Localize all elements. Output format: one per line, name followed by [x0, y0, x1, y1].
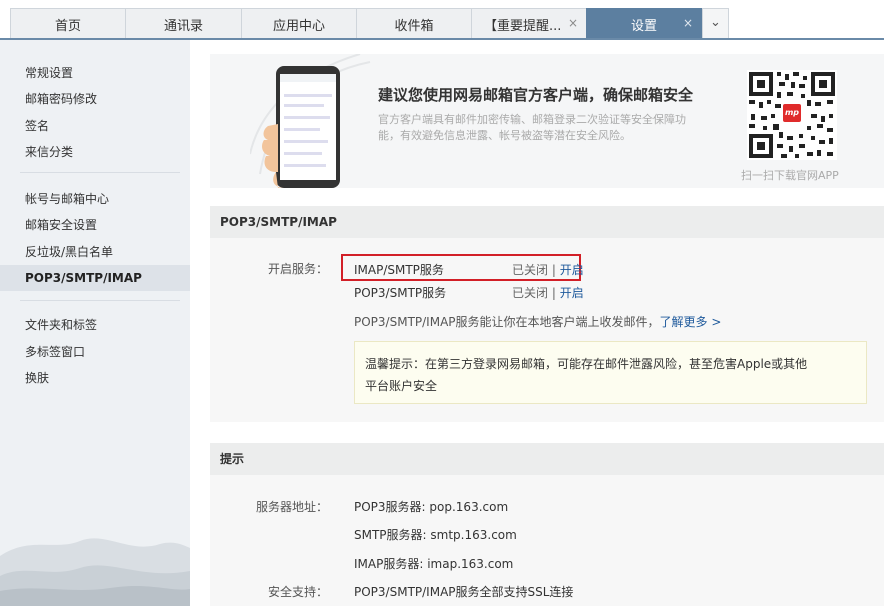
tab-home[interactable]: 首页 — [10, 8, 126, 39]
sidebar-item-password[interactable]: 邮箱密码修改 — [0, 86, 190, 112]
sidebar-item-multi-tab[interactable]: 多标签窗口 — [0, 339, 190, 365]
learn-more-link[interactable]: 了解更多 > — [660, 315, 722, 329]
tab-label: 【重要提醒... — [484, 18, 562, 34]
qr-brand-logo: mp — [784, 108, 800, 117]
ssl-support-text: POP3/SMTP/IMAP服务全部支持SSL连接 — [354, 585, 574, 599]
separator: | — [551, 263, 556, 277]
sidebar-item-signature[interactable]: 签名 — [0, 113, 190, 139]
separator: | — [551, 286, 556, 300]
tips-section: 提示 服务器地址： POP3服务器: pop.163.com SMTP服务器: … — [210, 443, 884, 606]
open-service-label: 开启服务： — [267, 262, 328, 276]
imap-server: IMAP服务器: imap.163.com — [354, 557, 514, 571]
server-address-label: 服务器地址： — [255, 500, 328, 514]
notice-line: 平台账户安全 — [365, 379, 438, 393]
enable-imap-smtp-link[interactable]: 开启 — [560, 263, 584, 277]
tab-contacts[interactable]: 通讯录 — [125, 8, 242, 39]
service-info-text: POP3/SMTP/IMAP服务能让你在本地客户端上收发邮件， — [354, 315, 660, 329]
sidebar-item-mail-filter[interactable]: 来信分类 — [0, 139, 190, 165]
chevron-down-icon: ⌄ — [710, 14, 721, 30]
tab-bar: 首页 通讯录 应用中心 收件箱 【重要提醒... × 设置 × ⌄ — [0, 0, 884, 40]
sidebar-item-pop3-smtp-imap[interactable]: POP3/SMTP/IMAP — [0, 265, 190, 291]
settings-main: 建议您使用网易邮箱官方客户端，确保邮箱安全 官方客户端具有邮件加密传输、邮箱登录… — [190, 40, 884, 606]
status-text: 已关闭 — [512, 263, 549, 277]
section-title: POP3/SMTP/IMAP — [210, 206, 884, 238]
pop3-smtp-status: 已关闭 | 开启 — [512, 284, 584, 301]
imap-smtp-service-name: IMAP/SMTP服务 — [354, 263, 444, 277]
section-title: 提示 — [210, 443, 884, 475]
phone-hand-illustration — [250, 54, 371, 188]
sidebar-divider — [20, 172, 180, 173]
settings-sidebar: 常规设置 邮箱密码修改 签名 来信分类 帐号与邮箱中心 邮箱安全设置 反垃圾/黑… — [0, 40, 190, 606]
notice-line: 温馨提示：在第三方登录网易邮箱，可能存在邮件泄露风险，甚至危害Apple或其他 — [365, 357, 808, 371]
pop3-smtp-service-name: POP3/SMTP服务 — [354, 286, 447, 300]
qr-caption: 扫一扫下载官网APP — [741, 169, 839, 182]
close-icon[interactable]: × — [683, 16, 693, 30]
imap-smtp-status: 已关闭 | 开启 — [512, 261, 584, 278]
sidebar-item-general[interactable]: 常规设置 — [0, 60, 190, 86]
pop3-server: POP3服务器: pop.163.com — [354, 500, 509, 514]
tab-label: 首页 — [54, 18, 81, 34]
sidebar-divider — [20, 300, 180, 301]
close-icon[interactable]: × — [568, 16, 578, 30]
tab-important-notice[interactable]: 【重要提醒... × — [471, 8, 587, 39]
mountain-decoration — [0, 538, 190, 606]
warm-tip-notice: 温馨提示：在第三方登录网易邮箱，可能存在邮件泄露风险，甚至危害Apple或其他 … — [354, 341, 867, 404]
sidebar-item-security[interactable]: 邮箱安全设置 — [0, 212, 190, 238]
sidebar-item-spam[interactable]: 反垃圾/黑白名单 — [0, 239, 190, 265]
sidebar-item-account-center[interactable]: 帐号与邮箱中心 — [0, 186, 190, 212]
status-text: 已关闭 — [512, 286, 549, 300]
tab-app-center[interactable]: 应用中心 — [241, 8, 357, 39]
client-app-banner: 建议您使用网易邮箱官方客户端，确保邮箱安全 官方客户端具有邮件加密传输、邮箱登录… — [210, 54, 884, 188]
service-info: POP3/SMTP/IMAP服务能让你在本地客户端上收发邮件，了解更多 > — [354, 313, 721, 330]
banner-description: 官方客户端具有邮件加密传输、邮箱登录二次验证等安全保障功能，有效避免信息泄露、帐… — [378, 113, 686, 142]
tab-settings[interactable]: 设置 × — [586, 8, 702, 39]
tab-more-button[interactable]: ⌄ — [702, 8, 729, 39]
tab-label: 通讯录 — [163, 18, 203, 34]
tab-label: 收件箱 — [394, 18, 434, 34]
enable-pop3-smtp-link[interactable]: 开启 — [560, 286, 584, 300]
smtp-server: SMTP服务器: smtp.163.com — [354, 528, 517, 542]
sidebar-item-folders-labels[interactable]: 文件夹和标签 — [0, 312, 190, 338]
banner-title: 建议您使用网易邮箱官方客户端，确保邮箱安全 — [378, 86, 694, 104]
tab-label: 应用中心 — [272, 18, 325, 34]
tab-label: 设置 — [630, 18, 657, 34]
security-support-label: 安全支持： — [267, 585, 328, 599]
qr-code: mp — [747, 70, 837, 160]
pop3-smtp-imap-section: POP3/SMTP/IMAP 开启服务： IMAP/SMTP服务 已关闭 | 开… — [210, 206, 884, 422]
sidebar-item-skin[interactable]: 换肤 — [0, 365, 190, 391]
tab-inbox[interactable]: 收件箱 — [356, 8, 472, 39]
